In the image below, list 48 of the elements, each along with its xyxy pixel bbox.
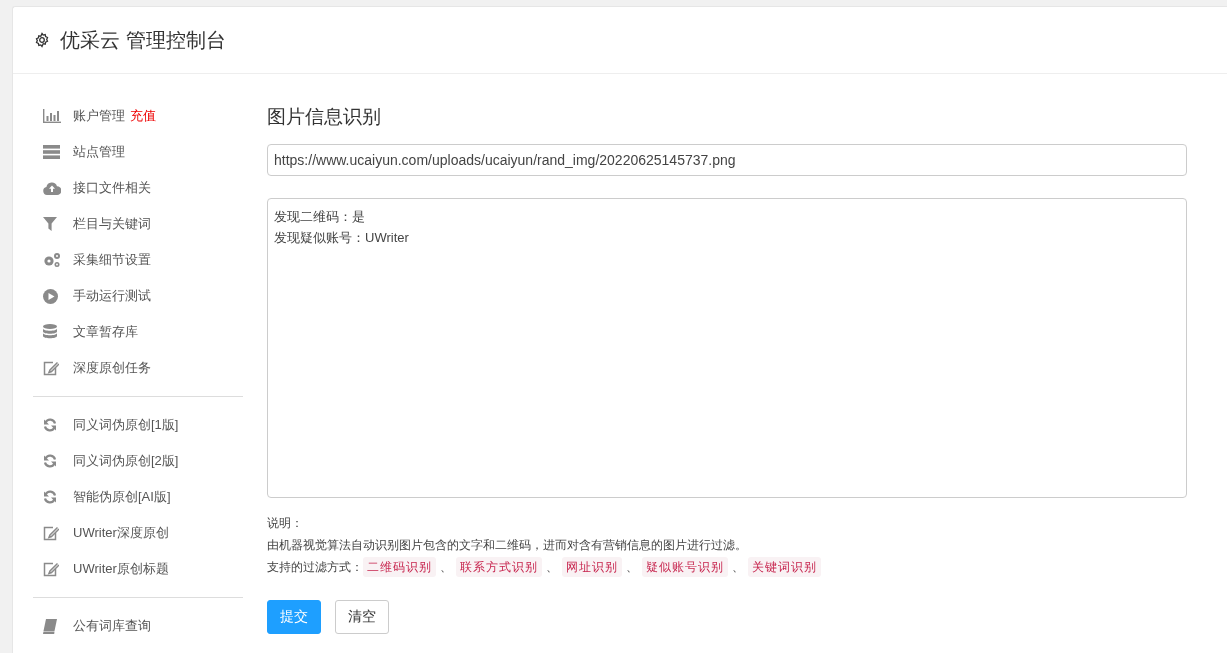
edit-icon	[43, 525, 59, 541]
play-icon	[43, 288, 58, 304]
method-tag: 网址识别	[562, 557, 622, 577]
refresh-icon	[43, 490, 57, 504]
method-tag: 关键词识别	[748, 557, 821, 577]
page-title: 图片信息识别	[267, 105, 382, 129]
sidebar-item[interactable]: 同义词伪原创[2版]	[33, 443, 179, 479]
book-icon	[43, 618, 57, 634]
separator-mark: 、	[440, 559, 452, 576]
refresh-icon	[43, 418, 57, 432]
description-text: 由机器视觉算法自动识别图片包含的文字和二维码，进而对含有营销信息的图片进行过滤。	[267, 537, 747, 554]
bar-chart-icon	[43, 109, 61, 123]
sidebar-item[interactable]: 智能伪原创[AI版]	[33, 479, 171, 515]
notes-heading: 说明：	[267, 515, 303, 532]
sidebar-item[interactable]: 深度原创任务	[33, 350, 151, 386]
sidebar-item[interactable]: 账户管理 充值	[33, 98, 156, 134]
methods-label: 支持的过滤方式：	[267, 559, 363, 576]
database-icon	[43, 324, 57, 340]
result-textarea[interactable]: 发现二维码：是 发现疑似账号：UWriter	[267, 198, 1187, 498]
sidebar-item[interactable]: 栏目与关键词	[33, 206, 151, 242]
sidebar-item[interactable]: 接口文件相关	[33, 170, 151, 206]
separator-mark: 、	[732, 559, 744, 576]
cloud-upload-icon	[43, 181, 61, 195]
sidebar-item[interactable]: 文章暂存库	[33, 314, 138, 350]
sidebar-item[interactable]: 采集细节设置	[33, 242, 151, 278]
method-tag: 二维码识别	[363, 557, 436, 577]
gears-icon	[43, 252, 61, 268]
edit-icon	[43, 561, 59, 577]
sidebar-item[interactable]: UWriter深度原创	[33, 515, 169, 551]
refresh-icon	[43, 454, 57, 468]
item-label: 账户管理	[73, 107, 125, 125]
url-input-field[interactable]: https://www.ucaiyun.com/uploads/ucaiyun/rand_img/20220625145737.png	[267, 144, 1187, 176]
sidebar-item[interactable]: 公有词库查询	[33, 608, 151, 644]
edit-icon	[43, 360, 59, 376]
separator-mark: 、	[626, 559, 638, 576]
settings-icon	[34, 32, 50, 48]
method-tag: 联系方式识别	[456, 557, 542, 577]
sidebar-item[interactable]: UWriter原创标题	[33, 551, 169, 587]
recharge-link[interactable]: 充值	[130, 107, 156, 125]
sidebar-item[interactable]: 同义词伪原创[1版]	[33, 407, 179, 443]
method-tag: 疑似账号识别	[642, 557, 728, 577]
console-title: 优采云 管理控制台	[60, 27, 226, 53]
sidebar-item[interactable]: 站点管理	[33, 134, 125, 170]
server-icon	[43, 145, 60, 159]
clear-button[interactable]: 清空	[335, 600, 389, 634]
sidebar-item[interactable]: 手动运行测试	[33, 278, 151, 314]
separator-mark: 、	[546, 559, 558, 576]
filter-icon	[43, 217, 57, 231]
